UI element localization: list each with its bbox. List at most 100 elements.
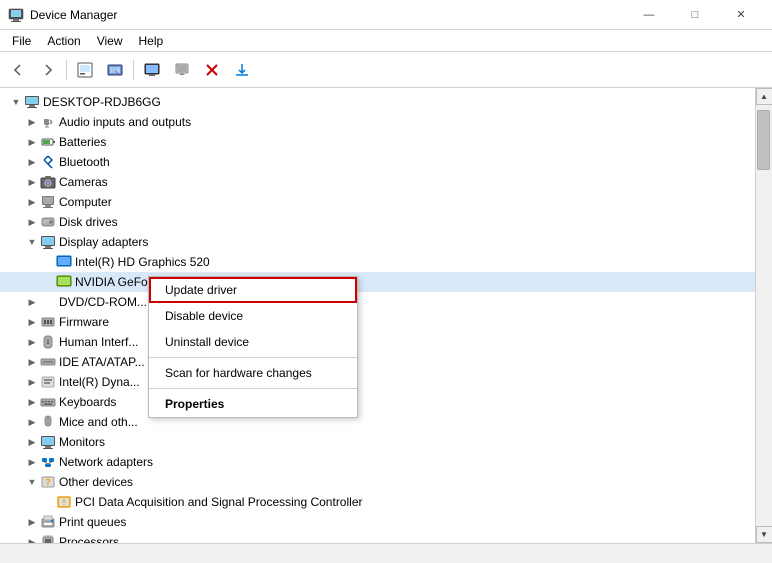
context-menu-update-driver[interactable]: Update driver	[149, 277, 357, 303]
dvd-label: DVD/CD-ROM...	[59, 295, 147, 309]
mice-expand[interactable]: ▶	[24, 414, 40, 430]
tree-item-bluetooth[interactable]: ▶ Bluetooth	[0, 152, 755, 172]
ide-expand[interactable]: ▶	[24, 354, 40, 370]
tree-item-mice[interactable]: ▶ Mice and oth...	[0, 412, 755, 432]
mice-label: Mice and oth...	[59, 415, 138, 429]
tree-item-display[interactable]: ▼ Display adapters	[0, 232, 755, 252]
bluetooth-expand[interactable]: ▶	[24, 154, 40, 170]
firmware-expand[interactable]: ▶	[24, 314, 40, 330]
tree-item-audio[interactable]: ▶ Audio inputs and outputs	[0, 112, 755, 132]
display-expand[interactable]: ▼	[24, 234, 40, 250]
keyboards-expand[interactable]: ▶	[24, 394, 40, 410]
intel-dyn-expand[interactable]: ▶	[24, 374, 40, 390]
tree-item-nvidia[interactable]: NVIDIA GeForce 940M	[0, 272, 755, 292]
monitors-label: Monitors	[59, 435, 105, 449]
audio-expand[interactable]: ▶	[24, 114, 40, 130]
camera-icon	[40, 174, 56, 190]
root-expand[interactable]: ▼	[8, 94, 24, 110]
toolbar-forward[interactable]	[34, 56, 62, 84]
scrollbar[interactable]: ▲ ▼	[755, 88, 772, 543]
scrollbar-down[interactable]: ▼	[756, 526, 772, 543]
print-icon	[40, 514, 56, 530]
toolbar-download[interactable]	[228, 56, 256, 84]
other-icon: ?	[40, 474, 56, 490]
toolbar-remove[interactable]	[198, 56, 226, 84]
toolbar-monitor[interactable]	[138, 56, 166, 84]
hid-expand[interactable]: ▶	[24, 334, 40, 350]
tree-item-computer[interactable]: ▶ Computer	[0, 192, 755, 212]
scrollbar-thumb[interactable]	[757, 110, 770, 170]
tree-item-network[interactable]: ▶ Network adapters	[0, 452, 755, 472]
dvd-icon	[40, 294, 56, 310]
context-menu-scan-hardware[interactable]: Scan for hardware changes	[149, 360, 357, 386]
processors-label: Processors	[59, 535, 119, 543]
tree-item-print[interactable]: ▶ Print queues	[0, 512, 755, 532]
minimize-button[interactable]: —	[626, 0, 672, 30]
context-menu-disable-device[interactable]: Disable device	[149, 303, 357, 329]
keyboard-icon	[40, 394, 56, 410]
computer-expand[interactable]: ▶	[24, 194, 40, 210]
batteries-expand[interactable]: ▶	[24, 134, 40, 150]
context-menu-uninstall-device[interactable]: Uninstall device	[149, 329, 357, 355]
cameras-expand[interactable]: ▶	[24, 174, 40, 190]
computer2-icon	[40, 194, 56, 210]
dvd-expand[interactable]: ▶	[24, 294, 40, 310]
tree-item-keyboards[interactable]: ▶ Keyboards	[0, 392, 755, 412]
tree-item-processors[interactable]: ▶ Processors	[0, 532, 755, 543]
menu-view[interactable]: View	[89, 32, 131, 50]
scrollbar-track[interactable]	[756, 105, 772, 526]
mouse-icon	[40, 414, 56, 430]
hid-label: Human Interf...	[59, 335, 138, 349]
print-expand[interactable]: ▶	[24, 514, 40, 530]
monitors-expand[interactable]: ▶	[24, 434, 40, 450]
tree-item-intel-hd[interactable]: Intel(R) HD Graphics 520	[0, 252, 755, 272]
nvidia-expand	[40, 274, 56, 290]
diskdrives-expand[interactable]: ▶	[24, 214, 40, 230]
toolbar-scan[interactable]: 🔍	[101, 56, 129, 84]
toolbar-device-update[interactable]	[168, 56, 196, 84]
intel-icon	[56, 254, 72, 270]
menu-file[interactable]: File	[4, 32, 39, 50]
audio-label: Audio inputs and outputs	[59, 115, 191, 129]
scrollbar-up[interactable]: ▲	[756, 88, 772, 105]
menu-bar: File Action View Help	[0, 30, 772, 52]
tree-item-other[interactable]: ▼ ? Other devices	[0, 472, 755, 492]
tree-item-dvd[interactable]: ▶ DVD/CD-ROM...	[0, 292, 755, 312]
tree-root[interactable]: ▼ DESKTOP-RDJB6GG	[0, 92, 755, 112]
tree-item-monitors[interactable]: ▶ Monitors	[0, 432, 755, 452]
firmware-label: Firmware	[59, 315, 109, 329]
pci-icon: !	[56, 494, 72, 510]
monitor-icon	[40, 434, 56, 450]
tree-item-cameras[interactable]: ▶ Cameras	[0, 172, 755, 192]
computer-label: Computer	[59, 195, 112, 209]
processors-expand[interactable]: ▶	[24, 534, 40, 543]
menu-action[interactable]: Action	[39, 32, 88, 50]
tree-item-batteries[interactable]: ▶ Batteries	[0, 132, 755, 152]
pci-expand	[40, 494, 56, 510]
tree-panel[interactable]: ▼ DESKTOP-RDJB6GG ▶	[0, 88, 755, 543]
close-button[interactable]: ✕	[718, 0, 764, 30]
audio-icon	[40, 114, 56, 130]
print-label: Print queues	[59, 515, 126, 529]
maximize-button[interactable]: □	[672, 0, 718, 30]
tree-item-firmware[interactable]: ▶ Firmware	[0, 312, 755, 332]
context-menu-sep-2	[149, 388, 357, 389]
svg-text:🔍: 🔍	[112, 67, 118, 74]
display-label: Display adapters	[59, 235, 148, 249]
title-bar: Device Manager — □ ✕	[0, 0, 772, 30]
toolbar-properties[interactable]	[71, 56, 99, 84]
network-expand[interactable]: ▶	[24, 454, 40, 470]
tree-item-hid[interactable]: ▶ Human Interf...	[0, 332, 755, 352]
tree-item-intel-dyn[interactable]: ▶ Intel(R) Dyna...	[0, 372, 755, 392]
ide-icon	[40, 354, 56, 370]
other-expand[interactable]: ▼	[24, 474, 40, 490]
tree-item-ide[interactable]: ▶ IDE ATA/ATAP...	[0, 352, 755, 372]
toolbar-back[interactable]	[4, 56, 32, 84]
status-bar	[0, 543, 772, 563]
context-menu-properties[interactable]: Properties	[149, 391, 357, 417]
diskdrives-label: Disk drives	[59, 215, 118, 229]
tree-item-pci[interactable]: ! PCI Data Acquisition and Signal Proces…	[0, 492, 755, 512]
tree-item-diskdrives[interactable]: ▶ Disk drives	[0, 212, 755, 232]
pci-label: PCI Data Acquisition and Signal Processi…	[75, 495, 362, 509]
menu-help[interactable]: Help	[131, 32, 172, 50]
